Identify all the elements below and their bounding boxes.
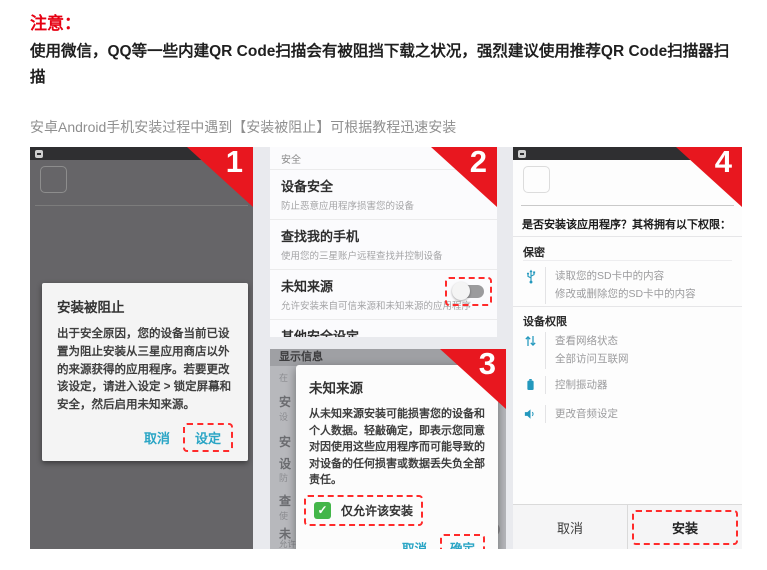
list-item-device-security[interactable]: 设备安全 防止恶意应用程序损害您的设备 [270,169,497,219]
screenshot-step-4: 1 4G 7: 是否安装该应用程序？其将拥有以下权限： 保密 [513,147,742,549]
dimmed-text: 安 [279,433,291,450]
dialog-actions: 取消 确定 [309,534,485,550]
permission-text: 读取您的SD卡中的内容 修改或删除您的SD卡中的内容 [545,267,696,304]
ok-button[interactable]: 确定 [440,534,485,550]
dimmed-text: 防 [279,471,288,484]
permission-audio: 更改音频设定 [523,405,738,427]
notice-body: 使用微信，QQ等一些内建QR Code扫描会有被阻挡下载之状况，强烈建议使用推荐… [30,39,744,90]
cancel-button[interactable]: 取消 [513,505,627,549]
dialog-body: 从未知来源安装可能损害您的设备和个人数据。轻敲确定，即表示您同意对因使用这些应用… [309,406,485,489]
list-item-other-security[interactable]: 其他安全设定 更改安全更新和证书存储等其他安全设定 [270,319,497,337]
list-item-find-my-mobile[interactable]: 查找我的手机 使用您的三星账户远程查找并控制设备 [270,219,497,269]
list-item-title: 其他安全设定 [281,326,486,337]
checkbox-label: 仅允许该安装 [341,502,413,519]
step-number: 4 [715,147,732,180]
dimmed-text: 在 [279,371,288,384]
screenshot-step-3: 显示信息 在 安 设 安 设 防 查 使 未 允许安装来自可信来源和未知来源的应… [270,349,506,549]
divider [513,236,742,237]
list-item-subtitle: 使用您的三星账户远程查找并控制设备 [281,248,486,262]
install-blocked-dialog: 安装被阻止 出于安全原因，您的设备当前已设置为阻止安装从三星应用商店以外的来源获… [42,283,248,461]
list-item-unknown-sources[interactable]: 未知来源 允许安装来自可信来源和未知来源的应用程序 [270,269,497,319]
install-prompt-title: 是否安装该应用程序？其将拥有以下权限： [522,216,738,232]
cancel-button[interactable]: 取消 [135,424,179,451]
dialog-body: 出于安全原因，您的设备当前已设置为阻止安装从三星应用商店以外的来源获得的应用程序… [57,326,233,415]
unknown-sources-toggle[interactable] [453,283,484,300]
permission-text: 查看网络状态 全部访问互联网 [545,332,629,369]
dialog-title: 未知来源 [309,377,485,397]
step-number: 3 [479,349,496,382]
app-icon-placeholder [523,166,550,193]
permission-line: 修改或删除您的SD卡中的内容 [555,288,696,300]
dimmed-text: 设 [279,410,288,423]
step-ribbon [676,147,742,207]
screenshot-step-2: 安全 设备安全 防止恶意应用程序损害您的设备 查找我的手机 使用您的三星账户远程… [270,147,497,337]
dialog-actions: 取消 设定 [57,423,233,452]
permission-line: 读取您的SD卡中的内容 [555,270,664,282]
permission-text: 更改音频设定 [545,405,618,423]
step-number: 2 [470,147,487,180]
vibration-icon [523,376,545,398]
step-number: 1 [226,147,243,180]
section-header-device: 设备权限 [523,313,567,329]
permission-line: 全部访问互联网 [555,353,629,365]
highlight-box [445,277,492,306]
usb-storage-icon [523,267,545,290]
dimmed-text: 安 [279,393,291,410]
divider [35,205,248,206]
dialog-title: 安装被阻止 [57,296,233,316]
dimmed-text: 设 [279,455,291,472]
install-footer-bar: 取消 安装 [513,504,742,549]
divider [513,306,742,307]
cancel-button[interactable]: 取消 [393,534,436,550]
permission-line: 查看网络状态 [555,335,618,347]
checkbox-checked-icon[interactable] [314,502,331,519]
install-button-cell[interactable]: 安装 [627,505,742,549]
install-button[interactable]: 安装 [632,510,738,545]
list-item-subtitle: 防止恶意应用程序损害您的设备 [281,198,486,212]
list-item-title: 查找我的手机 [281,226,486,245]
sd-card-icon [518,150,526,158]
divider [523,260,732,261]
unknown-sources-dialog: 未知来源 从未知来源安装可能损害您的设备和个人数据。轻敲确定，即表示您同意对因使… [296,365,498,549]
divider [521,205,734,206]
app-icon-placeholder [40,166,67,193]
speaker-icon [523,405,545,427]
section-header-privacy: 保密 [523,244,545,260]
settings-button[interactable]: 设定 [183,423,233,452]
list-item-title: 设备安全 [281,176,486,195]
notice-label: 注意： [30,9,81,34]
screenshot-strip: 1 4G 7: 安装被阻止 出于安全原因，您的设备当前已设置为阻止安装从三星应用… [30,147,742,549]
sd-card-icon [35,150,43,158]
dimmed-text: 使 [279,509,288,522]
permission-vibration: 控制振动器 [523,376,738,398]
permission-line: 控制振动器 [555,379,608,391]
toggle-knob [452,282,470,300]
highlight-box: 仅允许该安装 [304,495,423,526]
permission-text: 控制振动器 [545,376,608,394]
page-subtitle: 安卓Android手机安装过程中遇到【安装被阻止】可根据教程迅速安装 [30,117,744,137]
screenshot-step-1: 1 4G 7: 安装被阻止 出于安全原因，您的设备当前已设置为阻止安装从三星应用… [30,147,253,549]
network-arrows-icon [523,332,545,354]
permission-storage: 读取您的SD卡中的内容 修改或删除您的SD卡中的内容 [523,267,738,304]
permission-line: 更改音频设定 [555,408,618,420]
dimmed-text: 查 [279,492,291,509]
tutorial-page: 注意： 使用微信，QQ等一些内建QR Code扫描会有被阻挡下载之状况，强烈建议… [0,0,767,570]
permission-network: 查看网络状态 全部访问互联网 [523,332,738,369]
